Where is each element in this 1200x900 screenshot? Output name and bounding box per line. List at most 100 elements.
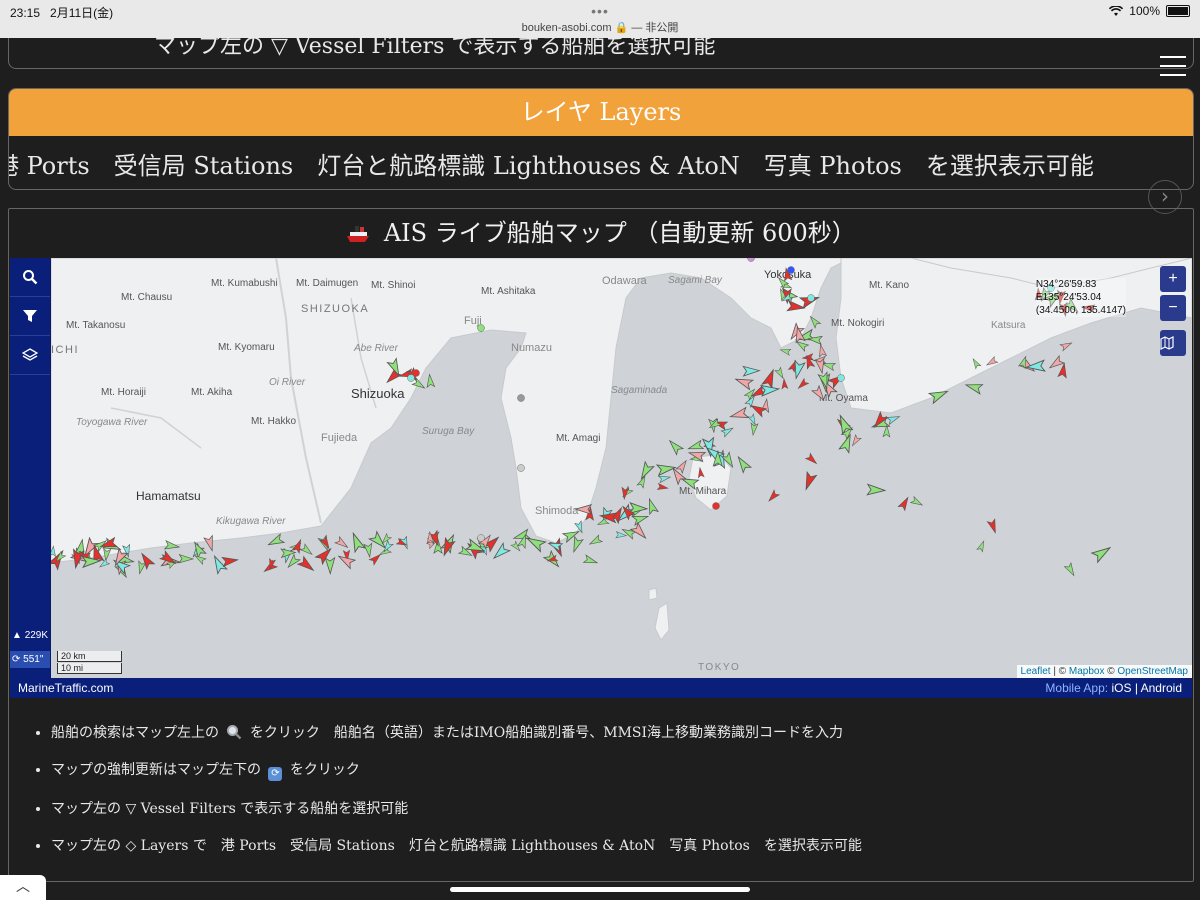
vessel-marker[interactable] (582, 554, 599, 566)
marinetraffic-link[interactable]: MarineTraffic.com (18, 678, 113, 698)
map-title: AIS ライブ船舶マップ （自動更新 600秒） (9, 209, 1193, 257)
mobile-app-links: Mobile App: iOS | Android (1045, 678, 1182, 698)
vessel-marker[interactable] (804, 452, 819, 466)
label-sagami-bay: Sagami Bay (668, 275, 723, 286)
vessel-marker[interactable] (729, 406, 750, 422)
link-separator: | (1134, 681, 1138, 695)
layers-heading: レイヤ Layers (9, 89, 1193, 136)
vessel-marker[interactable] (909, 495, 924, 509)
vessel-marker[interactable] (801, 470, 818, 491)
zoom-out-button[interactable]: − (1160, 295, 1186, 321)
bullet-text: をクリック (289, 762, 360, 778)
vessel-marker[interactable] (1057, 362, 1068, 379)
map-poi-dot[interactable] (712, 502, 720, 510)
vessel-marker[interactable] (747, 413, 758, 426)
mapbox-link[interactable]: Mapbox (1069, 666, 1105, 677)
vessel-marker[interactable] (882, 424, 891, 438)
status-right: 100% (1109, 4, 1190, 18)
map-sidebar: ▲ 229K ⟳ 551" (10, 258, 50, 678)
list-item: マップ左の ▽ Vessel Filters で表示する船舶を選択可能 (51, 800, 1191, 818)
vessel-marker[interactable] (885, 413, 901, 426)
vessel-marker[interactable] (178, 553, 195, 564)
vessel-marker[interactable] (296, 555, 317, 574)
label-shimoda: Shimoda (535, 505, 579, 517)
vessel-marker[interactable] (734, 454, 753, 474)
map-poi-dot[interactable] (412, 369, 420, 377)
vessel-marker[interactable] (363, 542, 374, 559)
ios-link[interactable]: iOS (1111, 681, 1131, 695)
multitask-dots[interactable]: ••• (591, 3, 609, 19)
leaflet-link[interactable]: Leaflet (1021, 666, 1051, 677)
vessel-filter-button[interactable] (10, 297, 50, 336)
vessel-marker[interactable] (675, 459, 689, 475)
map-view-button[interactable] (1160, 330, 1186, 356)
attrib-sep: © (1104, 666, 1118, 677)
label-fujieda: Fujieda (321, 432, 358, 444)
android-link[interactable]: Android (1141, 681, 1182, 695)
osm-link[interactable]: OpenStreetMap (1117, 666, 1188, 677)
label-ichi: ICHI (51, 344, 79, 356)
map-poi-dot[interactable] (837, 374, 845, 382)
vessel-marker[interactable] (666, 438, 685, 456)
vessel-marker[interactable] (687, 439, 705, 452)
vessel-marker[interactable] (1090, 543, 1113, 564)
vessel-marker[interactable] (570, 535, 584, 554)
vessel-marker[interactable] (866, 483, 887, 496)
menu-icon[interactable] (1160, 56, 1186, 76)
vessel-marker[interactable] (655, 462, 677, 477)
vessel-marker[interactable] (781, 377, 789, 390)
vessel-marker[interactable] (796, 377, 810, 390)
home-indicator[interactable] (450, 887, 750, 892)
vessel-marker[interactable] (976, 540, 987, 553)
label-sagaminada: Sagaminada (611, 385, 668, 396)
vessel-marker[interactable] (750, 422, 759, 437)
vessel-marker[interactable] (136, 560, 147, 575)
vessel-marker[interactable] (426, 373, 436, 389)
vessel-marker[interactable] (324, 556, 336, 575)
vessel-marker[interactable] (588, 534, 604, 547)
layers-button[interactable] (10, 336, 50, 375)
search-button[interactable] (10, 258, 50, 297)
vessel-marker[interactable] (656, 482, 669, 491)
vessel-marker[interactable] (221, 555, 240, 568)
map-poi-dot[interactable] (517, 394, 525, 402)
land-toshima (648, 587, 658, 601)
refresh-icon: ⟳ (268, 767, 283, 781)
vessel-marker[interactable] (774, 366, 786, 380)
scroll-up-button[interactable]: ︿ (0, 875, 46, 900)
vessel-marker[interactable] (637, 460, 655, 481)
refresh-button[interactable]: ⟳ 551" (10, 651, 50, 668)
vessel-marker[interactable] (348, 531, 367, 554)
map-canvas[interactable]: Mt. Kumabushi Mt. Daimugen Mt. Shinoi Mt… (51, 258, 1192, 678)
vessel-marker[interactable] (964, 380, 984, 395)
vessel-marker[interactable] (742, 365, 761, 377)
vessel-marker[interactable] (657, 474, 672, 484)
map-poi-dot[interactable] (807, 294, 815, 302)
vessel-marker[interactable] (267, 533, 286, 549)
map-poi-dot[interactable] (787, 266, 795, 274)
vessel-marker[interactable] (615, 531, 628, 539)
vessel-marker[interactable] (1024, 359, 1046, 372)
map-poi-dot[interactable] (477, 534, 485, 542)
label-oi-river: Oi River (269, 377, 306, 388)
vessel-marker[interactable] (299, 543, 314, 557)
vessel-marker[interactable] (1063, 562, 1077, 577)
vessel-marker[interactable] (850, 433, 862, 448)
map-poi-dot[interactable] (517, 464, 525, 472)
map-poi-dot[interactable] (477, 324, 485, 332)
vessel-marker[interactable] (817, 343, 828, 358)
status-bar: 23:15 2月11日(金) ••• bouken-asobi.com 🔒 — … (0, 0, 1200, 38)
vessel-marker[interactable] (621, 526, 637, 540)
scale-km: 20 km (57, 651, 122, 662)
vessel-marker[interactable] (766, 489, 781, 504)
vessel-marker[interactable] (897, 496, 911, 512)
vessel-marker[interactable] (1059, 340, 1073, 352)
vessel-marker[interactable] (645, 497, 659, 516)
zoom-in-button[interactable]: + (1160, 266, 1186, 292)
status-time-date: 23:15 2月11日(金) (10, 4, 113, 21)
vessel-marker[interactable] (986, 518, 999, 534)
refresh-countdown: 551" (23, 654, 44, 665)
vessel-marker[interactable] (334, 535, 350, 551)
vessel-marker[interactable] (734, 375, 755, 391)
address-bar[interactable]: bouken-asobi.com 🔒 — 非公開 (522, 19, 679, 35)
